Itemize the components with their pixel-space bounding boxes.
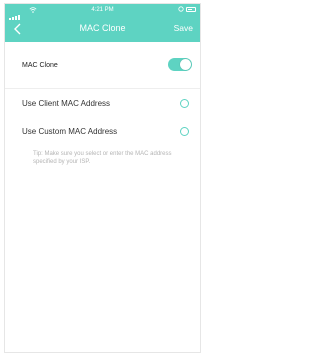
mac-clone-toggle[interactable] bbox=[168, 58, 192, 71]
page-title: MAC Clone bbox=[79, 23, 126, 33]
phone-screen: 4:21 PM MAC Clone Save MAC Clone Use Cli… bbox=[4, 3, 201, 353]
radio-custom-mac[interactable] bbox=[180, 127, 189, 136]
nav-bar: MAC Clone Save bbox=[5, 17, 200, 42]
option-client-mac[interactable]: Use Client MAC Address bbox=[5, 95, 200, 113]
status-time: 4:21 PM bbox=[91, 7, 114, 13]
mac-clone-label: MAC Clone bbox=[22, 62, 58, 69]
status-bar: 4:21 PM bbox=[5, 4, 200, 20]
tip-text: Tip: Make sure you select or enter the M… bbox=[33, 151, 172, 165]
option-custom-mac[interactable]: Use Custom MAC Address bbox=[5, 123, 200, 141]
option-label: Use Client MAC Address bbox=[22, 99, 111, 108]
alarm-icon bbox=[178, 6, 184, 12]
toggle-knob bbox=[180, 59, 191, 70]
header: 4:21 PM MAC Clone Save bbox=[5, 4, 200, 42]
battery-icon bbox=[186, 6, 196, 12]
radio-client-mac[interactable] bbox=[180, 99, 189, 108]
mac-clone-row: MAC Clone bbox=[5, 42, 200, 89]
save-button[interactable]: Save bbox=[174, 23, 193, 33]
option-label: Use Custom MAC Address bbox=[22, 127, 118, 136]
